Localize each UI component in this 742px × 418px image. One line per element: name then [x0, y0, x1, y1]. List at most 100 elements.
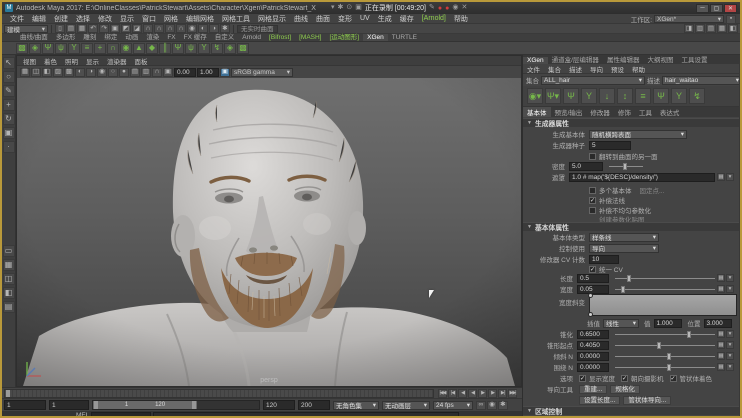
map-icon[interactable]: ▦ [717, 352, 725, 360]
workspace-lock-icon[interactable]: ▪ [726, 15, 736, 24]
lasso-tool-icon[interactable]: ○ [3, 71, 15, 83]
tilt-n-field[interactable]: 0.0000 [577, 352, 609, 361]
move-tool-icon[interactable]: + [3, 99, 15, 111]
density-slider[interactable] [609, 162, 643, 171]
ramp-value-field[interactable]: 1.000 [654, 319, 682, 328]
xgen-create-description-icon[interactable]: Ψ [563, 88, 579, 104]
menu-9[interactable]: 网格工具 [218, 14, 254, 24]
menu-1[interactable]: 编辑 [28, 14, 50, 24]
menu-18[interactable]: 帮助 [450, 14, 472, 24]
go-start-icon[interactable]: |◀◀ [438, 389, 447, 398]
shelf-tab-4[interactable]: 动画 [121, 31, 142, 41]
step-forward-frame-icon[interactable]: ▶ [488, 389, 497, 398]
xgen-subtab-2[interactable]: 修改器 [586, 107, 614, 117]
close-button[interactable]: ✕ [724, 4, 737, 13]
wireframe-icon[interactable]: ○ [108, 68, 118, 77]
chevron-down-icon[interactable]: ▾ [726, 352, 734, 360]
menu-3[interactable]: 选择 [72, 14, 94, 24]
xgen-menu-2[interactable]: 描述 [565, 64, 586, 74]
shelf-tab-13[interactable]: XGen [363, 34, 388, 41]
viewport-canvas[interactable]: persp [17, 78, 521, 386]
camera-lock-icon[interactable]: ▦ [20, 68, 30, 77]
shelf-tab-14[interactable]: TURTLE [388, 34, 421, 41]
colorspace-dropdown[interactable]: sRGB gamma ▾ [231, 68, 293, 77]
ramp-handle[interactable] [588, 312, 593, 317]
xgen-description-menu-icon[interactable]: Ψ▾ [545, 88, 561, 104]
play-backwards-icon[interactable]: ◀ [468, 389, 477, 398]
snap-point-icon[interactable]: ∩ [165, 24, 175, 33]
normalize-button[interactable]: 规格化 [610, 385, 640, 394]
menu-7[interactable]: 网格 [160, 14, 182, 24]
step-back-frame-icon[interactable]: ◀ [458, 389, 467, 398]
layout-outliner-icon[interactable]: ◧ [3, 287, 15, 299]
xgen-menu-0[interactable]: 文件 [523, 64, 544, 74]
taper-field[interactable]: 0.6500 [577, 330, 609, 339]
character-set-dropdown[interactable]: 无角色集 ▾ [333, 401, 379, 410]
xgen-subtab-0[interactable]: 基本体 [523, 107, 551, 117]
toggle-attr-editor-icon[interactable]: ◨ [684, 24, 694, 33]
shelf-tab-2[interactable]: 雕刻 [79, 31, 100, 41]
xgen-snap-icon[interactable]: ∩ [107, 43, 119, 54]
menu-4[interactable]: 修改 [94, 14, 116, 24]
uniform-cv-checkbox[interactable]: ✓ [589, 266, 596, 273]
compensate-normals-checkbox[interactable]: ✓ [589, 197, 596, 204]
xgen-noise-icon[interactable]: ◆ [146, 43, 158, 54]
xgen-density-icon[interactable]: ▲ [133, 43, 145, 54]
resolution-gate-icon[interactable]: ▨ [53, 68, 63, 77]
layout-split-icon[interactable]: ◫ [3, 273, 15, 285]
recorder-pen-icon[interactable]: ✎ [429, 4, 435, 12]
map-icon[interactable]: ▦ [717, 173, 725, 181]
recorder-close-icon[interactable]: ✕ [461, 4, 467, 12]
shadows-icon[interactable]: ∩ [152, 68, 162, 77]
chevron-down-icon[interactable]: ▾ [726, 330, 734, 338]
xgen-add-guide-icon[interactable]: ↓ [599, 88, 615, 104]
workspace-dropdown[interactable]: XGen* ▾ [654, 15, 724, 23]
menu-0[interactable]: 文件 [6, 14, 28, 24]
control-using-dropdown[interactable]: 导向 ▾ [589, 244, 659, 253]
width-field[interactable]: 0.05 [577, 285, 609, 294]
xgen-comb-icon[interactable]: ≡ [81, 43, 93, 54]
collection-dropdown[interactable]: ALL_hair ▾ [541, 76, 645, 85]
uneven-parameterization-checkbox[interactable] [589, 207, 596, 214]
face-camera-checkbox[interactable]: ✓ [621, 375, 628, 382]
fps-dropdown[interactable]: 24 fps ▾ [433, 401, 473, 410]
around-n-field[interactable]: 0.0000 [577, 363, 609, 372]
rebuild-button[interactable]: 重建... [579, 385, 607, 394]
xgen-groom-icon[interactable]: ψ [55, 43, 67, 54]
shelf-tab-9[interactable]: Arnold [238, 34, 265, 41]
chevron-down-icon[interactable]: ▾ [726, 363, 734, 371]
viewport-menu-4[interactable]: 渲染器 [104, 56, 130, 66]
xgen-convert-icon[interactable]: ◈ [224, 43, 236, 54]
xgen-subtab-1[interactable]: 预览/输出 [551, 107, 587, 117]
menu-13[interactable]: 变形 [334, 14, 356, 24]
shelf-tab-12[interactable]: [运动图形] [326, 31, 364, 41]
toggle-toolbox-icon[interactable]: ▥ [695, 24, 705, 33]
multiple-primitives-checkbox[interactable] [589, 187, 596, 194]
field-chart-icon[interactable]: ◐ [75, 68, 85, 77]
last-tool-icon[interactable]: · [3, 141, 15, 153]
layout-four-icon[interactable]: ▦ [3, 259, 15, 271]
xgen-guide-icon[interactable]: Y [68, 43, 80, 54]
map-icon[interactable]: ▦ [717, 274, 725, 282]
panel-tab-2[interactable]: 属性编辑器 [603, 54, 644, 64]
set-length-button[interactable]: 设置长度... [579, 396, 620, 405]
shelf-tab-1[interactable]: 多边形 [52, 31, 80, 41]
scale-tool-icon[interactable]: ▣ [3, 127, 15, 139]
shelf-tab-8[interactable]: 自定义 [211, 31, 239, 41]
exposure-field[interactable]: 0.00 [174, 68, 196, 77]
recorder-gear-icon[interactable]: ✱ [338, 4, 344, 12]
toggle-layer-editor-icon[interactable]: ▦ [717, 24, 727, 33]
rotate-tool-icon[interactable]: ↻ [3, 113, 15, 125]
display-width-checkbox[interactable]: ✓ [579, 375, 586, 382]
shelf-tab-6[interactable]: FX [163, 34, 179, 41]
viewport-menu-0[interactable]: 视图 [20, 56, 39, 66]
fixed-points-button[interactable]: 固定点... [640, 185, 665, 195]
range-end-handle[interactable] [192, 401, 196, 409]
xgen-clump-icon[interactable]: + [94, 43, 106, 54]
taper-slider[interactable] [615, 330, 715, 339]
xgen-preview-icon[interactable]: ◉ [120, 43, 132, 54]
panel-tab-1[interactable]: 通道盒/层编辑器 [548, 54, 603, 64]
xgen-grass-preset-icon[interactable]: Ψ [653, 88, 669, 104]
viewport-menu-3[interactable]: 显示 [83, 56, 102, 66]
recorder-magnifier-icon[interactable]: ⊙ [346, 4, 352, 12]
